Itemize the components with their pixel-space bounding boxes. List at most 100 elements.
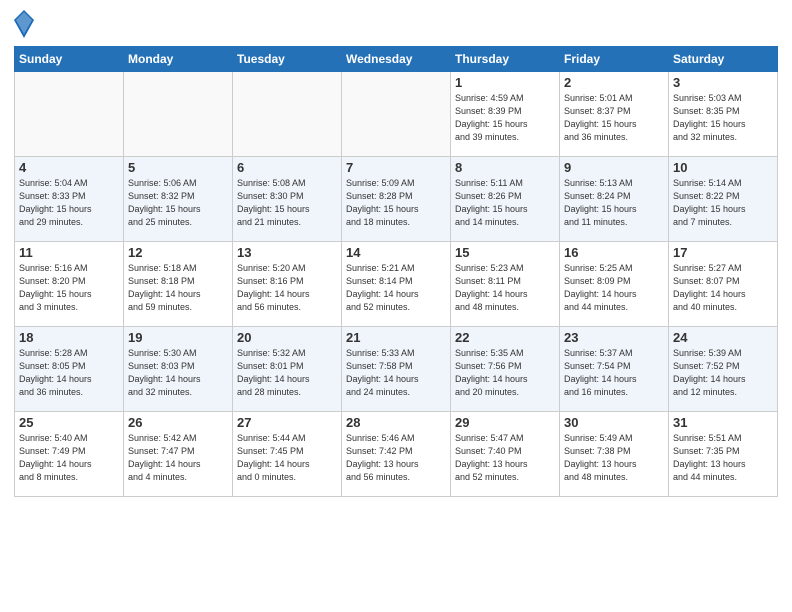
day-cell	[233, 72, 342, 157]
day-info: Sunrise: 5:47 AM Sunset: 7:40 PM Dayligh…	[455, 432, 555, 484]
day-number: 19	[128, 330, 228, 345]
week-row-5: 25 Sunrise: 5:40 AM Sunset: 7:49 PM Dayli…	[15, 412, 778, 497]
day-cell: 9 Sunrise: 5:13 AM Sunset: 8:24 PM Daylig…	[560, 157, 669, 242]
day-number: 29	[455, 415, 555, 430]
day-number: 5	[128, 160, 228, 175]
day-cell: 29 Sunrise: 5:47 AM Sunset: 7:40 PM Dayli…	[451, 412, 560, 497]
day-cell	[15, 72, 124, 157]
day-cell: 5 Sunrise: 5:06 AM Sunset: 8:32 PM Daylig…	[124, 157, 233, 242]
day-number: 28	[346, 415, 446, 430]
day-info: Sunrise: 5:08 AM Sunset: 8:30 PM Dayligh…	[237, 177, 337, 229]
day-number: 4	[19, 160, 119, 175]
day-number: 31	[673, 415, 773, 430]
day-number: 24	[673, 330, 773, 345]
day-number: 30	[564, 415, 664, 430]
day-number: 7	[346, 160, 446, 175]
day-cell: 11Sunrise: 5:16 AM Sunset: 8:20 PM Dayli…	[15, 242, 124, 327]
day-number: 26	[128, 415, 228, 430]
day-cell: 6 Sunrise: 5:08 AM Sunset: 8:30 PM Daylig…	[233, 157, 342, 242]
day-info: Sunrise: 5:42 AM Sunset: 7:47 PM Dayligh…	[128, 432, 228, 484]
day-cell: 26 Sunrise: 5:42 AM Sunset: 7:47 PM Dayli…	[124, 412, 233, 497]
day-cell: 4 Sunrise: 5:04 AM Sunset: 8:33 PM Daylig…	[15, 157, 124, 242]
day-number: 8	[455, 160, 555, 175]
weekday-wednesday: Wednesday	[342, 47, 451, 72]
day-number: 17	[673, 245, 773, 260]
day-info: Sunrise: 5:35 AM Sunset: 7:56 PM Dayligh…	[455, 347, 555, 399]
week-row-3: 11Sunrise: 5:16 AM Sunset: 8:20 PM Dayli…	[15, 242, 778, 327]
day-number: 14	[346, 245, 446, 260]
day-info: Sunrise: 5:06 AM Sunset: 8:32 PM Dayligh…	[128, 177, 228, 229]
day-cell: 3 Sunrise: 5:03 AM Sunset: 8:35 PM Daylig…	[669, 72, 778, 157]
day-info: Sunrise: 5:18 AM Sunset: 8:18 PM Dayligh…	[128, 262, 228, 314]
day-number: 20	[237, 330, 337, 345]
day-cell: 22 Sunrise: 5:35 AM Sunset: 7:56 PM Dayli…	[451, 327, 560, 412]
day-info: Sunrise: 5:46 AM Sunset: 7:42 PM Dayligh…	[346, 432, 446, 484]
logo-icon	[14, 10, 34, 38]
day-number: 9	[564, 160, 664, 175]
day-number: 18	[19, 330, 119, 345]
day-number: 25	[19, 415, 119, 430]
day-cell: 30 Sunrise: 5:49 AM Sunset: 7:38 PM Dayli…	[560, 412, 669, 497]
weekday-monday: Monday	[124, 47, 233, 72]
day-info: Sunrise: 5:32 AM Sunset: 8:01 PM Dayligh…	[237, 347, 337, 399]
day-info: Sunrise: 5:14 AM Sunset: 8:22 PM Dayligh…	[673, 177, 773, 229]
day-info: Sunrise: 5:30 AM Sunset: 8:03 PM Dayligh…	[128, 347, 228, 399]
day-info: Sunrise: 5:04 AM Sunset: 8:33 PM Dayligh…	[19, 177, 119, 229]
header	[14, 10, 778, 38]
day-cell: 21 Sunrise: 5:33 AM Sunset: 7:58 PM Dayli…	[342, 327, 451, 412]
day-cell: 23 Sunrise: 5:37 AM Sunset: 7:54 PM Dayli…	[560, 327, 669, 412]
weekday-tuesday: Tuesday	[233, 47, 342, 72]
day-number: 23	[564, 330, 664, 345]
weekday-header-row: SundayMondayTuesdayWednesdayThursdayFrid…	[15, 47, 778, 72]
day-cell	[124, 72, 233, 157]
weekday-sunday: Sunday	[15, 47, 124, 72]
week-row-1: 1 Sunrise: 4:59 AM Sunset: 8:39 PM Daylig…	[15, 72, 778, 157]
day-info: Sunrise: 5:40 AM Sunset: 7:49 PM Dayligh…	[19, 432, 119, 484]
day-cell: 27 Sunrise: 5:44 AM Sunset: 7:45 PM Dayli…	[233, 412, 342, 497]
day-number: 11	[19, 245, 119, 260]
day-info: Sunrise: 4:59 AM Sunset: 8:39 PM Dayligh…	[455, 92, 555, 144]
calendar-table: SundayMondayTuesdayWednesdayThursdayFrid…	[14, 46, 778, 497]
day-cell: 13Sunrise: 5:20 AM Sunset: 8:16 PM Dayli…	[233, 242, 342, 327]
day-info: Sunrise: 5:49 AM Sunset: 7:38 PM Dayligh…	[564, 432, 664, 484]
day-info: Sunrise: 5:39 AM Sunset: 7:52 PM Dayligh…	[673, 347, 773, 399]
day-cell	[342, 72, 451, 157]
day-number: 22	[455, 330, 555, 345]
day-cell: 8 Sunrise: 5:11 AM Sunset: 8:26 PM Daylig…	[451, 157, 560, 242]
day-cell: 17 Sunrise: 5:27 AM Sunset: 8:07 PM Dayli…	[669, 242, 778, 327]
day-number: 16	[564, 245, 664, 260]
day-info: Sunrise: 5:44 AM Sunset: 7:45 PM Dayligh…	[237, 432, 337, 484]
day-cell: 31Sunrise: 5:51 AM Sunset: 7:35 PM Dayli…	[669, 412, 778, 497]
day-info: Sunrise: 5:11 AM Sunset: 8:26 PM Dayligh…	[455, 177, 555, 229]
day-cell: 14 Sunrise: 5:21 AM Sunset: 8:14 PM Dayli…	[342, 242, 451, 327]
page-container: SundayMondayTuesdayWednesdayThursdayFrid…	[0, 0, 792, 507]
day-info: Sunrise: 5:28 AM Sunset: 8:05 PM Dayligh…	[19, 347, 119, 399]
day-info: Sunrise: 5:37 AM Sunset: 7:54 PM Dayligh…	[564, 347, 664, 399]
day-cell: 24 Sunrise: 5:39 AM Sunset: 7:52 PM Dayli…	[669, 327, 778, 412]
day-cell: 15 Sunrise: 5:23 AM Sunset: 8:11 PM Dayli…	[451, 242, 560, 327]
day-cell: 25 Sunrise: 5:40 AM Sunset: 7:49 PM Dayli…	[15, 412, 124, 497]
day-info: Sunrise: 5:23 AM Sunset: 8:11 PM Dayligh…	[455, 262, 555, 314]
day-cell: 7Sunrise: 5:09 AM Sunset: 8:28 PM Daylig…	[342, 157, 451, 242]
day-number: 6	[237, 160, 337, 175]
day-cell: 20 Sunrise: 5:32 AM Sunset: 8:01 PM Dayli…	[233, 327, 342, 412]
day-info: Sunrise: 5:21 AM Sunset: 8:14 PM Dayligh…	[346, 262, 446, 314]
day-cell: 10 Sunrise: 5:14 AM Sunset: 8:22 PM Dayli…	[669, 157, 778, 242]
day-cell: 16 Sunrise: 5:25 AM Sunset: 8:09 PM Dayli…	[560, 242, 669, 327]
day-cell: 18 Sunrise: 5:28 AM Sunset: 8:05 PM Dayli…	[15, 327, 124, 412]
logo	[14, 10, 36, 38]
day-number: 27	[237, 415, 337, 430]
day-info: Sunrise: 5:13 AM Sunset: 8:24 PM Dayligh…	[564, 177, 664, 229]
day-info: Sunrise: 5:01 AM Sunset: 8:37 PM Dayligh…	[564, 92, 664, 144]
day-info: Sunrise: 5:33 AM Sunset: 7:58 PM Dayligh…	[346, 347, 446, 399]
week-row-4: 18 Sunrise: 5:28 AM Sunset: 8:05 PM Dayli…	[15, 327, 778, 412]
day-number: 1	[455, 75, 555, 90]
day-info: Sunrise: 5:20 AM Sunset: 8:16 PM Dayligh…	[237, 262, 337, 314]
day-number: 3	[673, 75, 773, 90]
day-number: 10	[673, 160, 773, 175]
day-info: Sunrise: 5:27 AM Sunset: 8:07 PM Dayligh…	[673, 262, 773, 314]
day-number: 15	[455, 245, 555, 260]
day-number: 21	[346, 330, 446, 345]
day-info: Sunrise: 5:03 AM Sunset: 8:35 PM Dayligh…	[673, 92, 773, 144]
day-info: Sunrise: 5:25 AM Sunset: 8:09 PM Dayligh…	[564, 262, 664, 314]
